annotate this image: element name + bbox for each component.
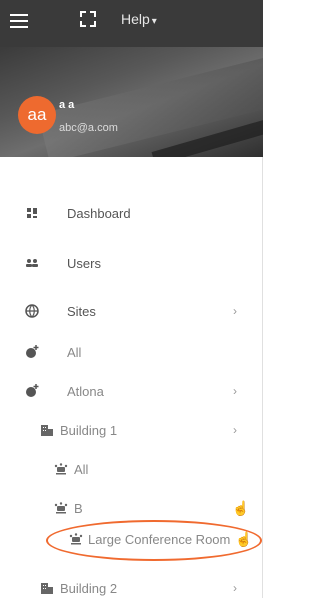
nav-label: Building 1 bbox=[60, 422, 118, 438]
nav-item-sites[interactable]: Sites › bbox=[0, 291, 260, 331]
room-icon bbox=[54, 463, 68, 475]
hamburger-icon[interactable] bbox=[10, 13, 28, 29]
globe-icon bbox=[25, 304, 39, 318]
fullscreen-icon[interactable] bbox=[80, 11, 96, 27]
hand-pointer-icon: ☝ bbox=[232, 499, 250, 516]
avatar[interactable]: aa bbox=[18, 96, 56, 134]
nav-label: Large Conference Room bbox=[88, 531, 231, 547]
building-icon bbox=[41, 425, 53, 436]
nav-item-users[interactable]: Users bbox=[0, 243, 260, 283]
nav-label: Atlona bbox=[67, 383, 104, 399]
nav-label: B bbox=[74, 500, 83, 516]
nav-item-building-1[interactable]: Building 1 › bbox=[0, 410, 260, 450]
chevron-right-icon: › bbox=[233, 384, 237, 398]
room-icon bbox=[69, 533, 83, 545]
nav-item-building-2[interactable]: Building 2 › bbox=[0, 568, 260, 608]
chevron-right-icon: › bbox=[233, 423, 237, 437]
user-email: abc@a.com bbox=[59, 122, 118, 134]
help-label: Help bbox=[121, 11, 150, 27]
nav-label: Dashboard bbox=[67, 205, 131, 221]
nav-label: All bbox=[74, 461, 89, 477]
chevron-right-icon: › bbox=[233, 304, 237, 318]
nav-label: Building 2 bbox=[60, 580, 118, 596]
chevron-down-icon: ▾ bbox=[151, 16, 157, 27]
nav-item-large-conference-room[interactable]: Large Conference Room ☝ bbox=[0, 519, 260, 559]
top-bar: Help ▾ bbox=[0, 0, 263, 47]
chevron-right-icon: › bbox=[233, 581, 237, 595]
nav-label: Sites bbox=[67, 303, 96, 319]
dashboard-icon bbox=[27, 208, 37, 218]
room-icon bbox=[54, 502, 68, 514]
globe-add-icon bbox=[26, 384, 39, 397]
hand-pointer-icon: ☝ bbox=[235, 530, 253, 547]
building-icon bbox=[41, 583, 53, 594]
globe-add-icon bbox=[26, 345, 39, 358]
nav-label: All bbox=[67, 344, 82, 360]
nav-item-atlona[interactable]: Atlona › bbox=[0, 371, 260, 411]
nav-label: Users bbox=[67, 255, 101, 271]
user-name: a a bbox=[59, 99, 75, 111]
nav-item-dashboard[interactable]: Dashboard bbox=[0, 193, 260, 233]
help-menu[interactable]: Help ▾ bbox=[121, 11, 157, 27]
nav-item-all-rooms[interactable]: All bbox=[0, 449, 260, 489]
users-icon bbox=[26, 259, 38, 267]
nav-item-all-sites[interactable]: All bbox=[0, 332, 260, 372]
